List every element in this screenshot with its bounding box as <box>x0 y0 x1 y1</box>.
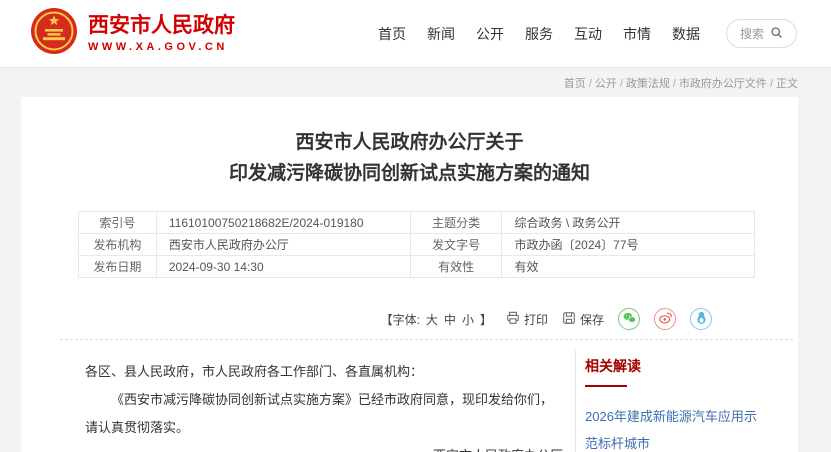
article-card: 西安市人民政府办公厅关于 印发减污降碳协同创新试点实施方案的通知 索引号 116… <box>21 97 798 452</box>
table-row: 发布机构 西安市人民政府办公厅 发文字号 市政办函〔2024〕77号 <box>79 234 755 256</box>
table-row: 发布日期 2024-09-30 14:30 有效性 有效 <box>79 256 755 278</box>
meta-value-doc-number: 市政办函〔2024〕77号 <box>502 234 755 256</box>
meta-value-pub-date: 2024-09-30 14:30 <box>156 256 410 278</box>
meta-label-pub-date: 发布日期 <box>79 256 157 278</box>
font-size-large[interactable]: 大 <box>426 311 438 328</box>
save-button[interactable]: 保存 <box>562 311 604 328</box>
share-wechat-button[interactable] <box>618 308 640 330</box>
search-button[interactable]: 搜索 <box>726 19 797 48</box>
breadcrumb-policies[interactable]: 政策法规 <box>626 78 670 90</box>
breadcrumb-open[interactable]: 公开 <box>595 78 617 90</box>
weibo-icon <box>658 310 673 328</box>
breadcrumb-separator: / <box>673 78 676 90</box>
body-salutation: 各区、县人民政府，市人民政府各工作部门、各直属机构： <box>85 358 563 386</box>
font-size-small[interactable]: 小 <box>462 311 474 328</box>
national-emblem-icon <box>30 7 78 60</box>
site-logo[interactable]: 西安市人民政府 WWW.XA.GOV.CN <box>30 7 235 60</box>
search-label: 搜索 <box>740 25 764 42</box>
meta-value-index: 11610100750218682E/2024-019180 <box>156 212 410 234</box>
share-weibo-button[interactable] <box>654 308 676 330</box>
table-row: 索引号 11610100750218682E/2024-019180 主题分类 … <box>79 212 755 234</box>
page-title: 西安市人民政府办公厅关于 印发减污降碳协同创新试点实施方案的通知 <box>21 127 798 189</box>
nav-item-home[interactable]: 首页 <box>378 24 406 44</box>
meta-label-topic: 主题分类 <box>410 212 502 234</box>
toolbar-divider: 【字体: 大 中 小 】 打印 <box>60 308 793 340</box>
content-columns: 各区、县人民政府，市人民政府各工作部门、各直属机构： 《西安市减污降碳协同创新试… <box>21 350 798 452</box>
font-size-medium[interactable]: 中 <box>444 311 456 328</box>
nav-item-services[interactable]: 服务 <box>525 24 553 44</box>
meta-label-doc-number: 发文字号 <box>410 234 502 256</box>
meta-value-topic: 综合政务 \ 政务公开 <box>502 212 755 234</box>
nav-item-data[interactable]: 数据 <box>672 24 700 44</box>
site-url: WWW.XA.GOV.CN <box>88 41 235 53</box>
related-reading-link[interactable]: 2026年建成新能源汽车应用示范标杆城市 <box>585 403 762 452</box>
wechat-icon <box>622 310 637 328</box>
nav-item-open[interactable]: 公开 <box>476 24 504 44</box>
save-icon <box>562 311 576 328</box>
related-reading-heading: 相关解读 <box>585 356 762 376</box>
breadcrumb-separator: / <box>770 78 773 90</box>
logo-text: 西安市人民政府 WWW.XA.GOV.CN <box>88 14 235 52</box>
print-label: 打印 <box>524 311 548 328</box>
font-size-control: 【字体: 大 中 小 】 <box>381 311 492 328</box>
font-label-prefix: 【字体: <box>381 311 420 328</box>
breadcrumb-separator: / <box>589 78 592 90</box>
article-toolbar: 【字体: 大 中 小 】 打印 <box>60 308 793 330</box>
meta-value-issuer: 西安市人民政府办公厅 <box>156 234 410 256</box>
breadcrumb-current: 正文 <box>776 78 798 90</box>
qq-icon <box>694 310 709 328</box>
heading-underline <box>585 385 627 387</box>
breadcrumb: 首页/公开/政策法规/市政府办公厅文件/正文 <box>0 68 831 97</box>
nav-item-city[interactable]: 市情 <box>623 24 651 44</box>
breadcrumb-office-files[interactable]: 市政府办公厅文件 <box>679 78 767 90</box>
breadcrumb-separator: / <box>620 78 623 90</box>
nav-item-interact[interactable]: 互动 <box>574 24 602 44</box>
meta-label-index: 索引号 <box>79 212 157 234</box>
document-meta-table: 索引号 11610100750218682E/2024-019180 主题分类 … <box>78 211 755 278</box>
breadcrumb-home[interactable]: 首页 <box>564 78 586 90</box>
page-title-line1: 西安市人民政府办公厅关于 <box>21 127 798 158</box>
document-body: 各区、县人民政府，市人民政府各工作部门、各直属机构： 《西安市减污降碳协同创新试… <box>21 350 575 452</box>
body-signer: 西安市人民政府办公厅 <box>85 442 563 452</box>
body-paragraph: 《西安市减污降碳协同创新试点实施方案》已经市政府同意，现印发给你们，请认真贯彻落… <box>85 386 563 442</box>
share-qq-button[interactable] <box>690 308 712 330</box>
site-header: 西安市人民政府 WWW.XA.GOV.CN 首页 新闻 公开 服务 互动 市情 … <box>0 0 831 68</box>
meta-value-validity: 有效 <box>502 256 755 278</box>
save-label: 保存 <box>580 311 604 328</box>
site-name: 西安市人民政府 <box>88 14 235 38</box>
font-label-suffix: 】 <box>480 311 492 328</box>
nav-item-news[interactable]: 新闻 <box>427 24 455 44</box>
related-reading-sidebar: 相关解读 2026年建成新能源汽车应用示范标杆城市 <box>575 350 798 452</box>
meta-label-issuer: 发布机构 <box>79 234 157 256</box>
printer-icon <box>506 311 520 328</box>
search-icon <box>770 26 783 42</box>
page-title-line2: 印发减污降碳协同创新试点实施方案的通知 <box>21 158 798 189</box>
print-button[interactable]: 打印 <box>506 311 548 328</box>
meta-label-validity: 有效性 <box>410 256 502 278</box>
main-nav: 首页 新闻 公开 服务 互动 市情 数据 <box>378 24 700 44</box>
